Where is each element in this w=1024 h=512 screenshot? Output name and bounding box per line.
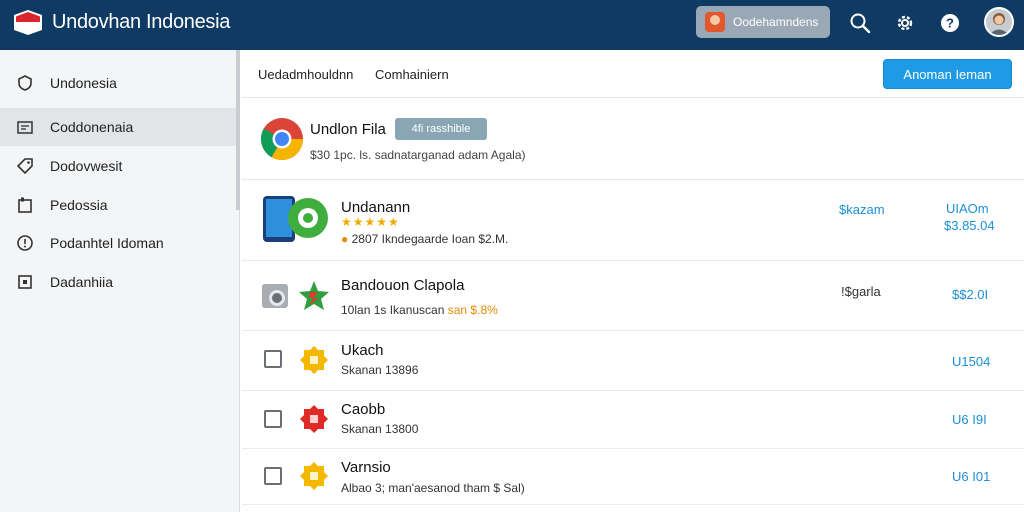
row-checkbox[interactable] — [264, 467, 282, 485]
list-item-price: U1504 — [952, 354, 991, 369]
list-item-title[interactable]: Ukach — [341, 342, 384, 359]
featured-badge[interactable]: 4fi rasshible — [395, 118, 487, 140]
yellow-badge-icon — [300, 346, 328, 374]
sidebar-item-label: Dadanhiia — [50, 274, 114, 290]
info-icon — [17, 235, 33, 251]
search-icon[interactable] — [849, 12, 871, 34]
sidebar-item-label: Dodovwesit — [50, 158, 123, 174]
row-divider — [242, 504, 1024, 505]
sidebar-item-label: Undonesia — [50, 75, 117, 91]
list-item-price: U6 I9I — [952, 412, 987, 427]
list-item-title[interactable]: Bandouon Clapola — [341, 277, 464, 294]
featured-card — [242, 98, 1024, 180]
sidebar-item-label: Pedossia — [50, 197, 108, 213]
list-item-status: $kazam — [839, 202, 885, 217]
account-avatar-icon — [705, 12, 725, 32]
list-item-title[interactable]: Varnsio — [341, 459, 391, 476]
sidebar-item-dadanhiia[interactable]: Dadanhiia — [0, 263, 236, 301]
list-item-price: $3.85.04 — [944, 218, 995, 233]
rating-stars: ★★★★★ — [341, 215, 400, 229]
sidebar-item-coddonenaia[interactable]: Coddonenaia — [0, 108, 236, 146]
list-item-price-label: UIAOm — [946, 201, 989, 216]
primary-action-button[interactable]: Anoman Ieman — [883, 59, 1012, 89]
list-item-subtitle: Skanan 13800 — [341, 422, 419, 436]
phone-app-icon — [263, 196, 328, 242]
help-icon[interactable]: ? — [939, 12, 961, 34]
list-item-title[interactable]: Caobb — [341, 401, 385, 418]
row-divider — [242, 448, 1024, 449]
row-divider — [242, 260, 1024, 261]
green-star-icon — [299, 281, 329, 310]
list-item-subtitle: ● 2807 Ikndegaarde Ioan $2.M. — [341, 232, 509, 246]
breadcrumb-item[interactable]: Uedadmhouldnn — [258, 67, 353, 82]
row-checkbox[interactable] — [264, 410, 282, 428]
list-item-subtitle: Albao 3; man'aesanod tham $ Sal) — [341, 481, 525, 495]
list-item-title[interactable]: Undanann — [341, 199, 410, 216]
svg-text:?: ? — [946, 16, 954, 31]
square-icon — [18, 275, 32, 289]
chrome-logo-icon — [260, 118, 303, 161]
list-item-subtitle-text: 10lan 1s Ikanuscan — [341, 303, 445, 317]
row-checkbox[interactable] — [264, 350, 282, 368]
list-item-highlight: san $.8% — [447, 303, 498, 317]
sidebar-item-pedossia[interactable]: Pedossia — [0, 186, 236, 224]
app-title: Undovhan Indonesia — [52, 11, 231, 33]
indonesia-flag-logo — [14, 10, 42, 35]
row-divider — [242, 330, 1024, 331]
yellow-badge-icon — [300, 462, 328, 490]
sidebar-item-label: Podanhtel Idoman — [50, 235, 164, 251]
breadcrumb-item[interactable]: Comhainiern — [375, 67, 449, 82]
row-divider — [242, 390, 1024, 391]
sidebar-scrollbar[interactable] — [236, 50, 240, 210]
account-name: Oodehamndens — [733, 15, 819, 29]
image-icon — [17, 121, 33, 134]
sidebar-item-dodovwesit[interactable]: Dodovwesit — [0, 147, 236, 185]
list-item-price: U6 I01 — [952, 469, 991, 484]
row-checkbox[interactable] — [262, 284, 288, 308]
list-item-price: $$2.0I — [952, 287, 989, 302]
list-item-subtitle-text: 2807 Ikndegaarde Ioan $2.M. — [351, 232, 509, 246]
shield-icon — [18, 75, 32, 91]
user-avatar[interactable] — [984, 7, 1014, 37]
sidebar-item-undonesia[interactable]: Undonesia — [0, 64, 236, 102]
list-item-subtitle: Skanan 13896 — [341, 363, 419, 377]
list-item-subtitle: 10lan 1s Ikanuscan san $.8% — [341, 303, 498, 317]
sidebar-item-label: Coddonenaia — [50, 119, 134, 135]
document-icon — [18, 197, 32, 213]
featured-title: Undlon Fila — [310, 121, 386, 138]
list-item-status: !$garla — [841, 284, 881, 299]
tag-icon — [16, 158, 33, 175]
red-badge-icon — [300, 405, 328, 433]
sidebar-item-podanhtel-idoman[interactable]: Podanhtel Idoman — [0, 224, 236, 262]
account-switcher-button[interactable]: Oodehamndens — [696, 6, 830, 38]
featured-description: $30 1pc. ls. sadnatarganad adam Agala) — [310, 148, 526, 162]
gear-icon[interactable] — [894, 12, 916, 34]
